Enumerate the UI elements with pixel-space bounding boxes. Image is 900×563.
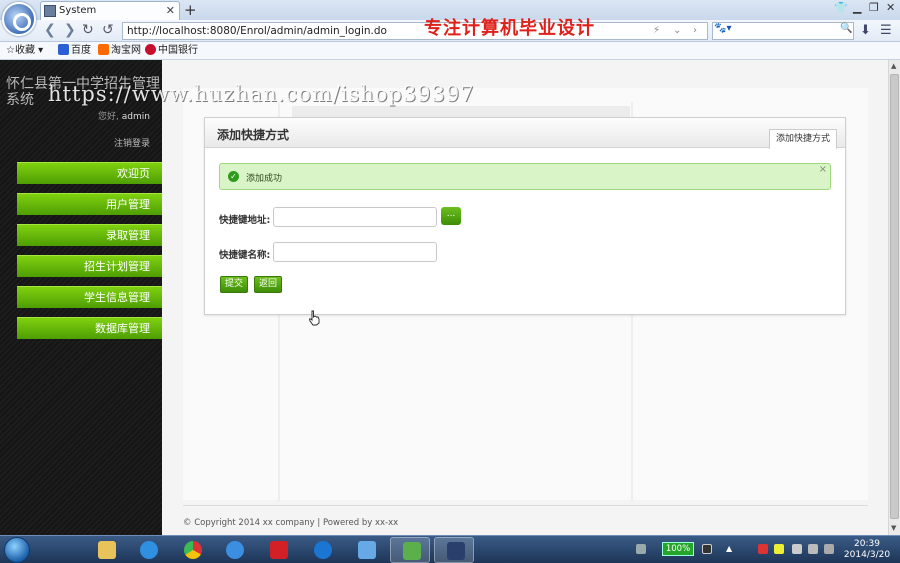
bookmark-boc[interactable]: 中国银行 — [145, 43, 198, 59]
bank-of-china-icon — [145, 44, 156, 55]
submit-button[interactable]: 提交 — [220, 276, 248, 293]
chrome-icon — [184, 541, 202, 559]
shirt-skin-icon[interactable]: 👕 — [834, 1, 848, 14]
minimize-icon[interactable]: ▁ — [853, 1, 861, 14]
check-circle-icon: ✓ — [228, 171, 239, 182]
taskbar-editor[interactable] — [390, 537, 430, 563]
browse-button[interactable]: ... — [441, 207, 461, 225]
forward-go-icon[interactable]: › — [693, 23, 697, 39]
taskbar-browser[interactable] — [214, 537, 254, 563]
sidebar-item-users[interactable]: 用户管理 — [17, 193, 162, 215]
security-icon[interactable] — [774, 544, 784, 554]
taskbar-chrome[interactable] — [172, 537, 212, 563]
bookmark-taobao[interactable]: 淘宝网 — [98, 43, 141, 59]
sidebar-item-students[interactable]: 学生信息管理 — [17, 286, 162, 308]
alert-close-icon[interactable]: × — [819, 164, 827, 175]
url-text: http://localhost:8080/Enrol/admin/admin_… — [127, 25, 387, 37]
scroll-down-icon[interactable]: ▼ — [891, 524, 896, 532]
name-label: 快捷键名称: — [219, 250, 271, 261]
sidebar-item-admission[interactable]: 录取管理 — [17, 224, 162, 246]
panel-title: 添加快捷方式 — [217, 128, 290, 142]
download-icon[interactable]: ⬇ — [860, 23, 871, 38]
panel-header: 添加快捷方式 添加快捷方式 — [205, 118, 845, 149]
volume-icon[interactable] — [824, 544, 834, 554]
shortcut-url-input[interactable] — [273, 207, 437, 227]
ide-icon — [447, 542, 465, 560]
folder-icon — [98, 541, 116, 559]
start-button-icon[interactable] — [4, 537, 30, 563]
taskbar-eclipse[interactable] — [434, 537, 474, 563]
back-arrow-icon[interactable]: ❮ — [44, 22, 56, 38]
network-signal-icon[interactable] — [808, 544, 818, 554]
alert-message: 添加成功 — [246, 174, 283, 184]
taskbar-media[interactable] — [302, 537, 342, 563]
hand-cursor-icon — [308, 310, 320, 326]
player-icon — [270, 541, 288, 559]
taskbar-explorer[interactable] — [86, 537, 126, 563]
scroll-thumb[interactable] — [890, 74, 899, 519]
browser-logo-icon[interactable] — [2, 2, 36, 36]
page-favicon-icon — [44, 5, 56, 17]
taskbar-qq[interactable] — [258, 537, 298, 563]
browser-tab[interactable]: System ✕ — [40, 1, 180, 20]
footer-copyright: © Copyright 2014 xx company | Powered by… — [183, 518, 399, 528]
editor-icon — [403, 542, 421, 560]
system-clock[interactable]: 20:39 2014/3/20 — [842, 539, 892, 561]
forward-arrow-icon[interactable]: ❯ — [64, 22, 76, 38]
logout-link[interactable]: 注销登录 — [114, 136, 150, 149]
tab-title: System — [59, 5, 97, 16]
bookmark-baidu[interactable]: 百度 — [58, 43, 91, 59]
tab-close-icon[interactable]: ✕ — [166, 2, 175, 20]
sidebar-item-enrollment-plan[interactable]: 招生计划管理 — [17, 255, 162, 277]
power-plug-icon[interactable] — [702, 544, 712, 554]
browser-compass-icon — [226, 541, 244, 559]
page-viewport: 怀仁县第一中学招生管理系统 您好, admin 注销登录 欢迎页 用户管理 录取… — [0, 60, 888, 535]
address-bar[interactable]: http://localhost:8080/Enrol/admin/admin_… — [122, 22, 708, 40]
baidu-paw-icon — [58, 44, 69, 55]
url-label: 快捷键地址: — [219, 215, 271, 226]
lightning-icon[interactable]: ⚡ — [653, 23, 660, 39]
shortcut-name-input[interactable] — [273, 242, 437, 262]
new-tab-button[interactable]: + — [184, 1, 197, 19]
keyboard-icon[interactable] — [636, 544, 646, 554]
taobao-icon — [98, 44, 109, 55]
sidebar-item-welcome[interactable]: 欢迎页 — [17, 162, 162, 184]
dropdown-chevron-icon[interactable]: ⌄ — [673, 23, 681, 39]
ie-icon — [140, 541, 158, 559]
url-watermark: https://www.huzhan.com/ishop39397 — [48, 82, 475, 106]
bookmark-favorites[interactable]: ☆收藏 ▾ — [6, 43, 43, 59]
tray-expand-icon[interactable]: ▲ — [726, 544, 736, 554]
add-shortcut-panel: 添加快捷方式 添加快捷方式 ✓ 添加成功 × 快捷键地址: ... 快捷键名称:… — [204, 117, 846, 315]
sidebar: 怀仁县第一中学招生管理系统 您好, admin 注销登录 欢迎页 用户管理 录取… — [0, 60, 162, 535]
username: admin — [121, 112, 150, 122]
sidebar-item-database[interactable]: 数据库管理 — [17, 317, 162, 339]
scroll-up-icon[interactable]: ▲ — [891, 62, 896, 70]
taskbar: 100% ▲ 20:39 2014/3/20 — [0, 535, 900, 563]
cloud-icon — [358, 541, 376, 559]
menu-icon[interactable]: ☰ — [880, 23, 892, 38]
close-window-icon[interactable]: ✕ — [886, 1, 895, 14]
play-icon — [314, 541, 332, 559]
back-button[interactable]: 返回 — [254, 276, 282, 293]
search-engine-icon[interactable]: 🐾▾ — [714, 23, 734, 37]
vertical-scrollbar[interactable]: ▲ ▼ — [888, 60, 900, 535]
battery-indicator[interactable]: 100% — [662, 542, 694, 556]
tab-add-shortcut[interactable]: 添加快捷方式 — [768, 129, 837, 149]
success-alert: ✓ 添加成功 × — [219, 163, 831, 190]
footer-divider — [183, 505, 868, 506]
device-icon[interactable] — [792, 544, 802, 554]
bookmarks-bar: ☆收藏 ▾ 百度 淘宝网 中国银行 — [0, 42, 900, 60]
greeting: 您好, admin — [98, 112, 150, 122]
maximize-icon[interactable]: ❐ — [869, 1, 879, 14]
overlay-title-text: 专注计算机毕业设计 — [424, 18, 595, 39]
taskbar-cloud[interactable] — [346, 537, 386, 563]
refresh-icon[interactable]: ↻ — [82, 22, 94, 38]
flag-icon[interactable] — [758, 544, 768, 554]
taskbar-ie[interactable] — [128, 537, 168, 563]
undo-icon[interactable]: ↺ — [102, 22, 114, 38]
search-magnifier-icon[interactable]: 🔍 — [840, 23, 852, 34]
